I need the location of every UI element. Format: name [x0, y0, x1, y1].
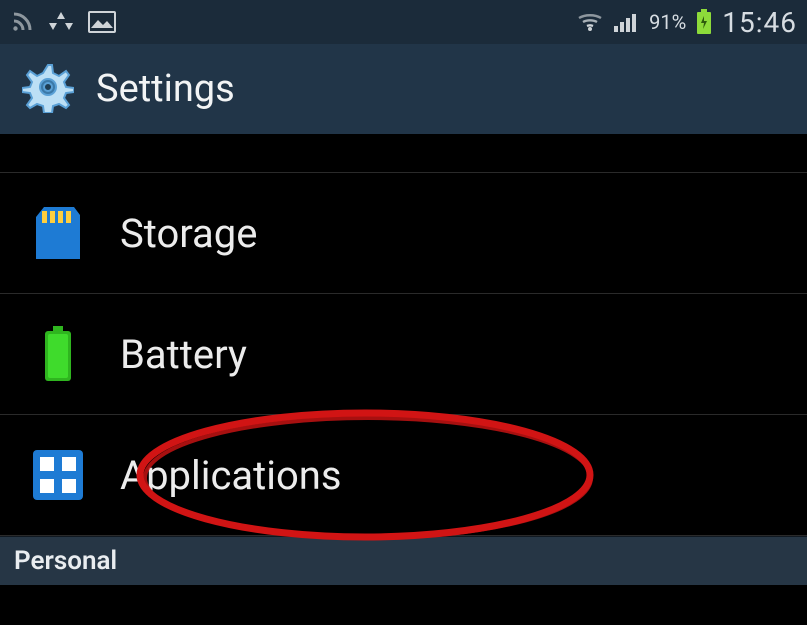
- recycle-icon: [48, 10, 74, 34]
- list-item-storage[interactable]: Storage: [0, 173, 807, 294]
- status-left: [10, 10, 116, 34]
- list-item-partial[interactable]: [0, 136, 807, 173]
- settings-list: Storage Battery: [0, 136, 807, 585]
- sd-card-icon: [30, 205, 86, 261]
- battery-icon: [696, 9, 712, 35]
- battery-full-icon: [30, 326, 86, 382]
- picture-icon: [88, 11, 116, 33]
- list-item-label: Applications: [120, 452, 342, 499]
- status-right: 91% 15:46: [577, 6, 797, 39]
- rss-icon: [10, 10, 34, 34]
- section-header-label: Personal: [14, 546, 117, 576]
- status-clock: 15:46: [722, 6, 797, 39]
- signal-icon: [613, 11, 639, 33]
- page-title: Settings: [96, 67, 235, 111]
- list-item-battery[interactable]: Battery: [0, 294, 807, 415]
- gear-icon: [22, 61, 74, 117]
- title-bar: Settings: [0, 44, 807, 136]
- battery-percent: 91%: [649, 10, 686, 34]
- list-item-applications[interactable]: Applications: [0, 415, 807, 536]
- section-header-personal: Personal: [0, 536, 807, 585]
- status-bar: 91% 15:46: [0, 0, 807, 44]
- settings-screen: 91% 15:46 Settings: [0, 0, 807, 625]
- apps-grid-icon: [30, 447, 86, 503]
- list-item-label: Battery: [120, 331, 247, 378]
- list-item-label: Storage: [120, 210, 257, 257]
- wifi-icon: [577, 12, 603, 32]
